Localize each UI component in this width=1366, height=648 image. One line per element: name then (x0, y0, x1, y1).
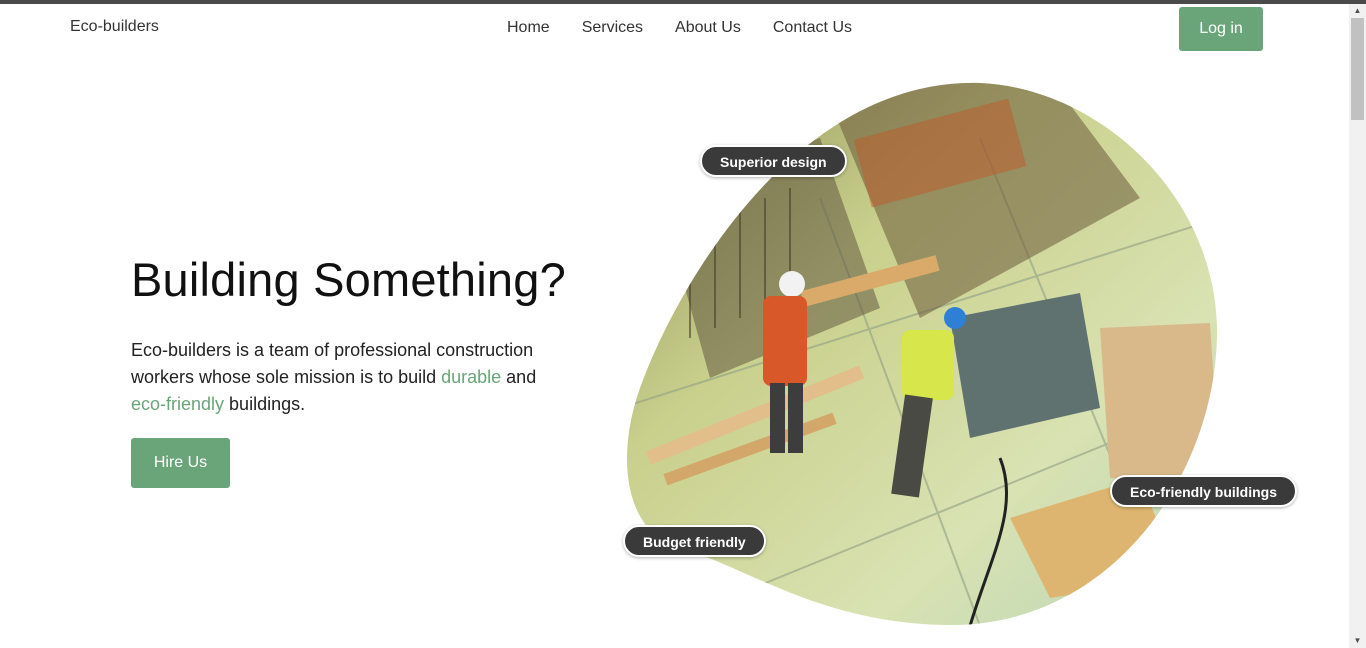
scroll-up-arrow-icon[interactable]: ▲ (1349, 4, 1366, 18)
top-border (0, 0, 1366, 4)
vertical-scrollbar[interactable]: ▲ ▼ (1349, 4, 1366, 648)
hero-description: Eco-builders is a team of professional c… (131, 337, 561, 418)
hire-us-button[interactable]: Hire Us (131, 438, 230, 488)
hero-desc-text-2: and (501, 367, 537, 387)
badge-eco-friendly-buildings: Eco-friendly buildings (1110, 475, 1298, 507)
scroll-thumb[interactable] (1351, 18, 1364, 120)
scroll-down-arrow-icon[interactable]: ▼ (1349, 634, 1366, 648)
brand-logo[interactable]: Eco-builders (70, 18, 159, 36)
nav-services[interactable]: Services (582, 19, 643, 37)
badge-budget-friendly: Budget friendly (623, 525, 766, 557)
badge-superior-design: Superior design (700, 145, 847, 177)
hero-desc-text-3: buildings. (224, 394, 306, 414)
nav-home[interactable]: Home (507, 19, 550, 37)
highlight-eco-friendly: eco-friendly (131, 394, 225, 414)
nav-contact-us[interactable]: Contact Us (773, 19, 852, 37)
highlight-durable: durable (441, 367, 502, 387)
nav-about-us[interactable]: About Us (675, 19, 741, 37)
main-nav: Home Services About Us Contact Us (507, 19, 852, 37)
hero-title: Building Something? (131, 253, 566, 306)
login-button[interactable]: Log in (1179, 7, 1263, 51)
